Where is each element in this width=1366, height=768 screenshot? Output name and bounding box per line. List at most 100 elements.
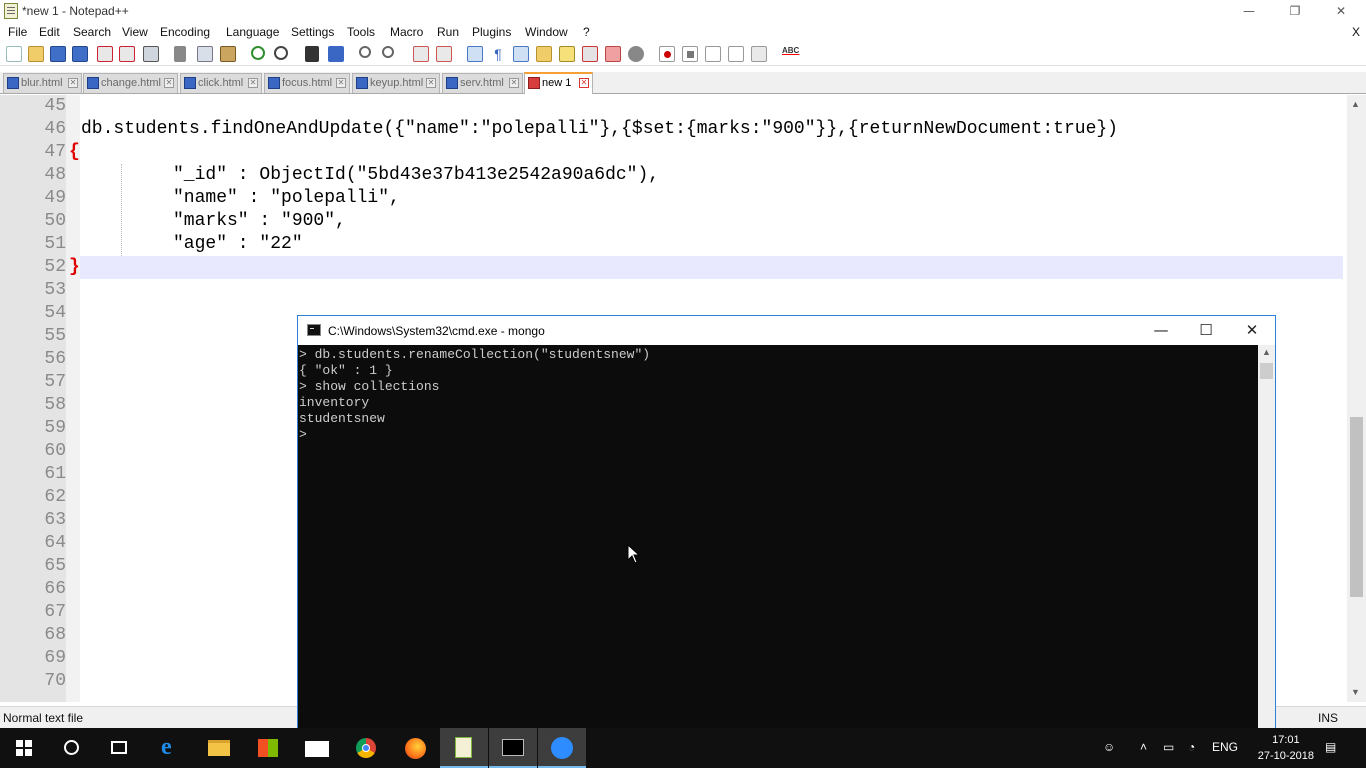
taskbar-notepadpp[interactable] bbox=[440, 728, 488, 768]
show-hidden-icons-chevron-icon[interactable]: ˄ bbox=[1140, 740, 1147, 754]
show-all-characters-icon[interactable]: ¶ bbox=[490, 46, 506, 62]
sync-horizontal-icon[interactable] bbox=[436, 46, 452, 62]
menu-window[interactable]: Window bbox=[525, 25, 568, 39]
taskbar-cmd[interactable] bbox=[489, 728, 537, 768]
word-wrap-icon[interactable] bbox=[467, 46, 483, 62]
print-icon[interactable] bbox=[143, 46, 159, 62]
minimize-button[interactable]: — bbox=[1226, 0, 1272, 22]
scrollbar-thumb[interactable] bbox=[1260, 363, 1273, 379]
scroll-up-arrow-icon[interactable]: ▲ bbox=[1262, 347, 1271, 357]
start-button[interactable] bbox=[0, 728, 48, 768]
zoom-in-icon[interactable] bbox=[359, 46, 371, 58]
open-file-icon[interactable] bbox=[28, 46, 44, 62]
title-bar[interactable]: *new 1 - Notepad++ — ❐ ✕ bbox=[0, 0, 1366, 22]
console-line: > show collections bbox=[299, 379, 440, 394]
cmd-vertical-scrollbar[interactable]: ▲ bbox=[1258, 345, 1275, 728]
tab-blur[interactable]: blur.html ✕ bbox=[3, 73, 82, 93]
document-map-icon[interactable] bbox=[559, 46, 575, 62]
wifi-icon[interactable]: ◔ bbox=[1188, 740, 1195, 754]
close-all-icon[interactable] bbox=[119, 46, 135, 62]
run-macro-multiple-icon[interactable] bbox=[728, 46, 744, 62]
fold-margin[interactable] bbox=[66, 95, 80, 702]
tab-change[interactable]: change.html ✕ bbox=[83, 73, 178, 93]
menu-tools[interactable]: Tools bbox=[347, 25, 375, 39]
tab-close-icon[interactable]: ✕ bbox=[336, 78, 346, 88]
tab-focus[interactable]: focus.html ✕ bbox=[264, 73, 350, 93]
function-list-icon[interactable] bbox=[582, 46, 598, 62]
cmd-window[interactable]: C:\Windows\System32\cmd.exe - mongo — ☐ … bbox=[297, 315, 1276, 728]
tab-new-1[interactable]: new 1 ✕ bbox=[524, 72, 593, 94]
editor-vertical-scrollbar[interactable]: ▲ ▼ bbox=[1347, 95, 1366, 702]
record-macro-icon[interactable] bbox=[659, 46, 675, 62]
input-language[interactable]: ENG bbox=[1212, 740, 1238, 754]
play-macro-icon[interactable] bbox=[705, 46, 721, 62]
cmd-maximize-button[interactable]: ☐ bbox=[1183, 316, 1229, 345]
insert-mode-status[interactable]: INS bbox=[1318, 711, 1338, 725]
paste-icon[interactable] bbox=[220, 46, 236, 62]
monitoring-icon[interactable] bbox=[628, 46, 644, 62]
menu-macro[interactable]: Macro bbox=[390, 25, 423, 39]
redo-icon[interactable] bbox=[274, 46, 288, 60]
menu-settings[interactable]: Settings bbox=[291, 25, 334, 39]
taskbar-file-explorer[interactable] bbox=[195, 728, 243, 768]
taskbar-edge[interactable]: e bbox=[146, 728, 194, 768]
tab-close-icon[interactable]: ✕ bbox=[68, 78, 78, 88]
tab-close-icon[interactable]: ✕ bbox=[248, 78, 258, 88]
folder-workspace-icon[interactable] bbox=[605, 46, 621, 62]
new-file-icon[interactable] bbox=[6, 46, 22, 62]
battery-icon[interactable]: ▭ bbox=[1163, 740, 1174, 754]
action-center-icon[interactable]: ▤ bbox=[1325, 740, 1336, 754]
menu-view[interactable]: View bbox=[122, 25, 148, 39]
task-view-button[interactable] bbox=[96, 728, 144, 768]
tab-close-icon[interactable]: ✕ bbox=[426, 78, 436, 88]
tab-serv[interactable]: serv.html ✕ bbox=[442, 73, 523, 93]
scroll-down-arrow-icon[interactable]: ▼ bbox=[1351, 687, 1360, 697]
user-language-icon[interactable] bbox=[536, 46, 552, 62]
cmd-minimize-button[interactable]: — bbox=[1138, 316, 1184, 345]
taskbar-firefox[interactable] bbox=[391, 728, 439, 768]
save-icon[interactable] bbox=[50, 46, 66, 62]
cmd-close-button[interactable]: ✕ bbox=[1229, 316, 1275, 345]
scroll-up-arrow-icon[interactable]: ▲ bbox=[1351, 99, 1360, 109]
cmd-title-bar[interactable]: C:\Windows\System32\cmd.exe - mongo — ☐ … bbox=[298, 316, 1275, 345]
console-prompt[interactable]: > bbox=[299, 427, 307, 442]
tab-close-icon[interactable]: ✕ bbox=[579, 78, 589, 88]
spell-check-icon[interactable]: ABC bbox=[782, 46, 800, 62]
cut-icon[interactable] bbox=[174, 46, 186, 62]
sync-vertical-icon[interactable] bbox=[413, 46, 429, 62]
taskbar-mail[interactable] bbox=[293, 728, 341, 768]
copy-icon[interactable] bbox=[197, 46, 213, 62]
undo-icon[interactable] bbox=[251, 46, 265, 60]
menu-language[interactable]: Language bbox=[226, 25, 279, 39]
find-icon[interactable] bbox=[305, 46, 319, 62]
save-all-icon[interactable] bbox=[72, 46, 88, 62]
close-document-icon[interactable]: X bbox=[1352, 25, 1360, 39]
indent-guide-icon[interactable] bbox=[513, 46, 529, 62]
menu-file[interactable]: File bbox=[8, 25, 27, 39]
replace-icon[interactable] bbox=[328, 46, 344, 62]
console-output[interactable]: > db.students.renameCollection("students… bbox=[298, 345, 1258, 728]
tab-close-icon[interactable]: ✕ bbox=[509, 78, 519, 88]
tab-click[interactable]: click.html ✕ bbox=[180, 73, 262, 93]
tab-close-icon[interactable]: ✕ bbox=[164, 78, 174, 88]
cortana-button[interactable] bbox=[48, 728, 96, 768]
close-file-icon[interactable] bbox=[97, 46, 113, 62]
close-button[interactable]: ✕ bbox=[1318, 0, 1364, 22]
taskbar-store[interactable] bbox=[244, 728, 292, 768]
scrollbar-thumb[interactable] bbox=[1350, 417, 1363, 597]
menu-plugins[interactable]: Plugins bbox=[472, 25, 511, 39]
people-icon[interactable]: ☺ bbox=[1103, 740, 1115, 754]
taskbar-video-app[interactable] bbox=[538, 728, 586, 768]
menu-help[interactable]: ? bbox=[583, 25, 590, 39]
menu-edit[interactable]: Edit bbox=[39, 25, 60, 39]
tab-keyup[interactable]: keyup.html ✕ bbox=[352, 73, 440, 93]
save-macro-icon[interactable] bbox=[751, 46, 767, 62]
zoom-out-icon[interactable] bbox=[382, 46, 394, 58]
clock[interactable]: 17:01 27-10-2018 bbox=[1258, 732, 1314, 764]
menu-run[interactable]: Run bbox=[437, 25, 459, 39]
maximize-button[interactable]: ❐ bbox=[1272, 0, 1318, 22]
stop-macro-icon[interactable] bbox=[682, 46, 698, 62]
menu-search[interactable]: Search bbox=[73, 25, 111, 39]
taskbar-chrome[interactable] bbox=[342, 728, 390, 768]
menu-encoding[interactable]: Encoding bbox=[160, 25, 210, 39]
